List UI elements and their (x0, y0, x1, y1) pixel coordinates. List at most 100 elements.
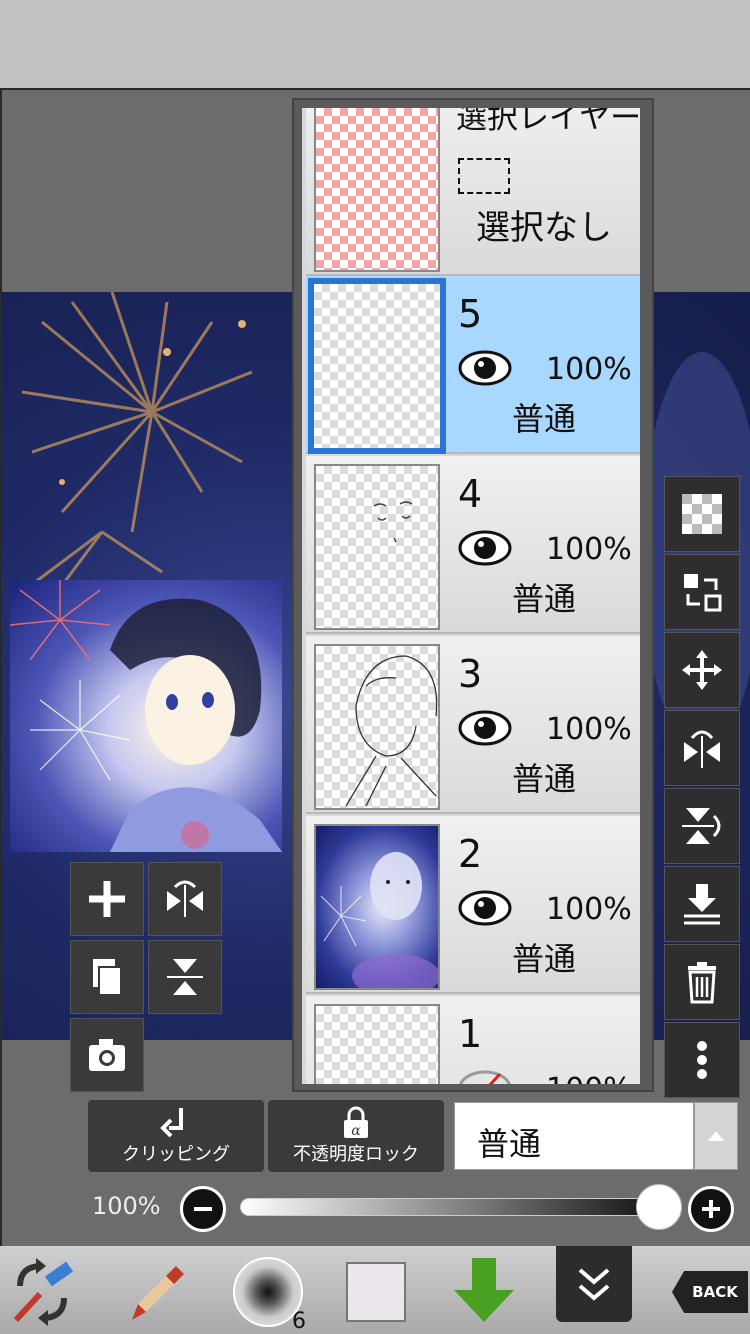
brush-size-button[interactable]: 6 (230, 1254, 306, 1334)
preview-illustration (10, 580, 282, 852)
layer-blend-mode: 普通 (512, 580, 577, 618)
merge-down-icon (684, 884, 720, 925)
canvas-preview (10, 580, 282, 852)
layer-blend-mode: 普通 (512, 760, 577, 798)
blend-mode-select[interactable]: 普通 (454, 1102, 694, 1170)
flip-horizontal-icon (684, 730, 720, 768)
alpha-lock-icon: α (344, 1106, 368, 1139)
face-sketch-thumbnail (373, 501, 413, 543)
layers-panel: 選択レイヤー 選択なし 5 100% 普通 4 100% 普通 3 100% 普… (292, 98, 654, 1092)
selection-layer-thumbnail (314, 108, 440, 272)
layer-row[interactable]: 2 100% 普通 (306, 816, 640, 998)
flip-vertical-icon (167, 959, 203, 995)
layer-opacity: 100% (546, 1072, 632, 1084)
blend-mode-dropdown-button[interactable] (694, 1102, 738, 1170)
move-button[interactable] (664, 632, 740, 708)
layer-thumbnail (308, 278, 446, 454)
color-picker-button[interactable] (338, 1254, 414, 1330)
minus-icon (194, 1207, 212, 1211)
plus-icon (89, 881, 125, 917)
camera-icon (89, 1039, 125, 1071)
layer-number: 5 (458, 292, 483, 336)
chevron-up-icon (708, 1131, 724, 1141)
visibility-eye-icon[interactable] (458, 348, 512, 388)
copy-icon (93, 959, 122, 996)
more-options-button[interactable] (664, 1022, 740, 1098)
clipping-label: クリッピング (122, 1144, 230, 1165)
bottom-toolbar: 6 BACK (0, 1246, 750, 1334)
brush-tool-button[interactable] (118, 1254, 194, 1330)
selection-status: 選択なし (476, 208, 612, 248)
flip-horizontal-button[interactable] (148, 862, 222, 936)
swap-layers-button[interactable] (664, 554, 740, 630)
opacity-increase-button[interactable] (688, 1186, 734, 1232)
layer-row[interactable]: 3 100% 普通 (306, 636, 640, 814)
line-art-thumbnail (345, 655, 438, 807)
save-button[interactable] (446, 1254, 522, 1330)
chevron-double-down-icon (578, 1268, 610, 1301)
selection-marquee-icon (458, 158, 510, 194)
brush-size-value: 6 (292, 1309, 306, 1334)
layer-opacity: 100% (546, 712, 632, 747)
delete-layer-button[interactable] (664, 944, 740, 1020)
opacity-slider-knob[interactable] (636, 1184, 682, 1230)
status-area (0, 0, 750, 88)
layer-thumbnail (314, 1004, 440, 1084)
merge-down-button[interactable] (664, 866, 740, 942)
back-arrow-shape: BACK (672, 1271, 748, 1313)
selection-layer-row[interactable]: 選択レイヤー 選択なし (306, 108, 640, 276)
swap-icon (684, 574, 722, 612)
layer-number: 2 (458, 832, 483, 876)
import-photo-button[interactable] (70, 1018, 144, 1092)
opacity-decrease-button[interactable] (180, 1186, 226, 1232)
back-button[interactable]: BACK (670, 1254, 750, 1330)
layer-row[interactable]: 5 100% 普通 (306, 276, 640, 454)
selection-layer-title: 選択レイヤー (456, 108, 640, 136)
opacity-slider[interactable] (240, 1198, 660, 1216)
flip-layer-horizontal-button[interactable] (664, 710, 740, 786)
trash-icon (688, 962, 716, 1004)
checkerboard-icon (682, 494, 722, 534)
layer-blend-mode: 普通 (512, 400, 577, 438)
layer-number: 1 (458, 1012, 483, 1056)
visibility-eye-icon[interactable] (458, 888, 512, 928)
tool-switch-button[interactable] (4, 1254, 80, 1330)
app-root: 選択レイヤー 選択なし 5 100% 普通 4 100% 普通 3 100% 普… (0, 0, 750, 1334)
layer-blend-mode: 普通 (512, 940, 577, 978)
flip-vertical-icon (682, 808, 721, 844)
more-vertical-icon (697, 1041, 707, 1079)
layer-thumbnail (314, 824, 440, 998)
collapse-menu-button[interactable] (556, 1246, 632, 1322)
flip-horizontal-icon (167, 880, 203, 917)
layer-thumbnail (314, 464, 440, 630)
back-label: BACK (692, 1283, 738, 1301)
layer-thumbnail (314, 644, 440, 810)
flip-vertical-button[interactable] (148, 940, 222, 1014)
tool-swap-icon (13, 1258, 74, 1326)
svg-text:α: α (351, 1123, 361, 1139)
pencil-icon (132, 1266, 184, 1320)
visibility-hidden-icon[interactable] (458, 1068, 512, 1084)
visibility-eye-icon[interactable] (458, 708, 512, 748)
add-layer-button[interactable] (70, 862, 144, 936)
duplicate-layer-button[interactable] (70, 940, 144, 1014)
flip-layer-vertical-button[interactable] (664, 788, 740, 864)
transparency-button[interactable] (664, 476, 740, 552)
layer-row[interactable]: 1 100% (306, 996, 640, 1084)
clipping-button[interactable]: クリッピング (88, 1100, 264, 1172)
current-color-swatch (346, 1262, 406, 1322)
visibility-eye-icon[interactable] (458, 528, 512, 568)
layer-row[interactable]: 4 100% 普通 (306, 456, 640, 634)
layer-opacity: 100% (546, 352, 632, 387)
plus-icon (702, 1200, 720, 1218)
layer-opacity: 100% (546, 892, 632, 927)
move-arrows-icon (682, 650, 722, 690)
download-arrow-icon (454, 1258, 514, 1322)
layer-number: 4 (458, 472, 483, 516)
opacity-value-label: 100% (92, 1192, 161, 1220)
layer-opacity: 100% (546, 532, 632, 567)
layers-list[interactable]: 選択レイヤー 選択なし 5 100% 普通 4 100% 普通 3 100% 普… (302, 108, 640, 1084)
alpha-lock-button[interactable]: α 不透明度ロック (268, 1100, 444, 1172)
alpha-lock-label: 不透明度ロック (293, 1144, 419, 1165)
color-layer-thumbnail (320, 852, 440, 998)
